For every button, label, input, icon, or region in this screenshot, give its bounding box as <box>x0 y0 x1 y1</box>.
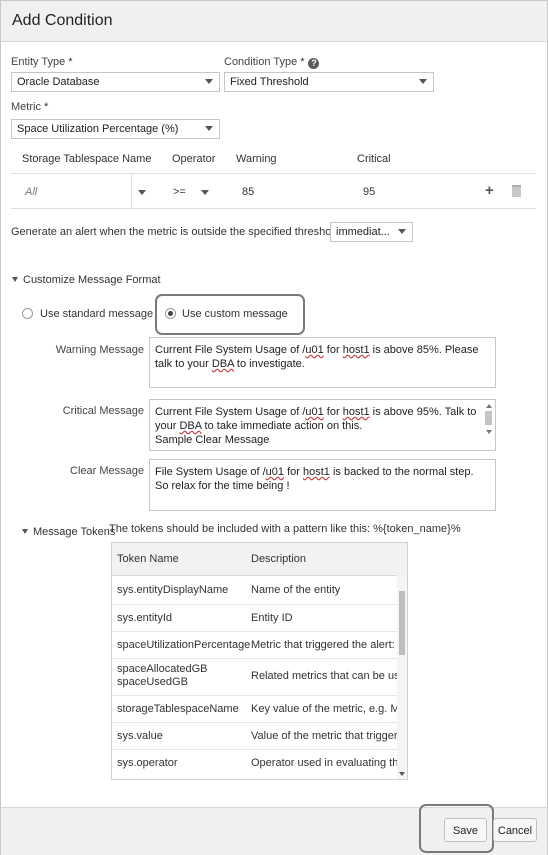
metric-label-text: Metric <box>11 101 41 113</box>
scroll-thumb[interactable] <box>485 411 492 425</box>
tokens-table-header: Token Name Description <box>112 543 407 576</box>
metric-value: Space Utilization Percentage (%) <box>17 123 179 135</box>
token-name: storageTablespaceName <box>117 703 239 715</box>
chevron-down-icon <box>205 126 213 131</box>
entity-type-select[interactable]: Oracle Database <box>11 72 220 92</box>
chevron-down-icon <box>419 79 427 84</box>
condition-type-label-text: Condition Type <box>224 56 298 68</box>
critical-value[interactable]: 95 <box>363 186 375 198</box>
add-condition-dialog: Add Condition Entity Type * Oracle Databa… <box>0 0 548 855</box>
required-mark: * <box>43 101 49 113</box>
warning-message-label: Warning Message <box>55 344 144 356</box>
token-name: spaceAllocatedGB spaceUsedGB <box>117 663 208 688</box>
standard-message-radio[interactable] <box>22 308 33 319</box>
collapse-icon <box>22 529 28 534</box>
message-tokens-hint: The tokens should be included with a pat… <box>109 523 461 535</box>
col-header-token-name: Token Name <box>117 553 179 565</box>
table-row[interactable]: sys.operator Operator used in evaluating… <box>112 750 397 779</box>
table-row[interactable]: spaceAllocatedGB spaceUsedGB Related met… <box>112 659 397 696</box>
clear-message-textarea[interactable]: File System Usage of /u01 for host1 is b… <box>149 459 496 511</box>
entity-type-value: Oracle Database <box>17 76 100 88</box>
tokens-table: Token Name Description sys.entityDisplay… <box>111 542 408 780</box>
condition-type-label: Condition Type *? <box>224 56 320 69</box>
col-header-warning: Warning <box>236 153 277 165</box>
col-header-tablespace: Storage Tablespace Name <box>22 153 152 165</box>
add-row-icon[interactable]: + <box>485 182 494 199</box>
token-description: Related metrics that can be use <box>251 670 397 682</box>
save-button[interactable]: Save <box>444 818 487 842</box>
warning-message-textarea[interactable]: Current File System Usage of /u01 for ho… <box>149 337 496 388</box>
critical-message-text: Current File System Usage of /u01 for ho… <box>155 406 477 446</box>
table-row[interactable]: spaceUtilizationPercentage Metric that t… <box>112 632 397 659</box>
customize-section-title: Customize Message Format <box>23 274 161 286</box>
cell-divider <box>131 174 132 208</box>
chevron-down-icon <box>205 79 213 84</box>
token-description: Metric that triggered the alert: S <box>251 639 397 651</box>
token-name: sys.entityDisplayName <box>117 584 229 596</box>
clear-message-label: Clear Message <box>70 465 144 477</box>
customize-section-header[interactable]: Customize Message Format <box>12 274 161 286</box>
scroll-up-icon[interactable] <box>486 404 492 408</box>
token-name: spaceUtilizationPercentage <box>117 639 251 651</box>
dialog-title: Add Condition <box>12 12 113 29</box>
scroll-down-icon[interactable] <box>399 772 405 776</box>
metric-select[interactable]: Space Utilization Percentage (%) <box>11 119 220 139</box>
token-description: Name of the entity <box>251 584 341 596</box>
token-name: sys.value <box>117 730 163 742</box>
custom-message-radio[interactable] <box>165 308 176 319</box>
condition-type-select[interactable]: Fixed Threshold <box>224 72 434 92</box>
table-row[interactable]: sys.entityId Entity ID <box>112 605 397 632</box>
table-row[interactable]: sys.entityDisplayName Name of the entity <box>112 576 397 605</box>
tablespace-name-value[interactable]: All <box>25 186 37 198</box>
token-description: Value of the metric that triggere <box>251 730 397 742</box>
dialog-titlebar: Add Condition <box>1 1 547 42</box>
critical-message-label: Critical Message <box>62 405 144 417</box>
col-header-description: Description <box>251 553 307 565</box>
table-row[interactable]: storageTablespaceName Key value of the m… <box>112 696 397 723</box>
tokens-scrollbar[interactable] <box>397 575 407 779</box>
alert-timing-select[interactable]: immediat... <box>330 222 413 242</box>
entity-type-label: Entity Type * <box>11 56 73 68</box>
cancel-button[interactable]: Cancel <box>493 818 537 842</box>
clear-message-text: File System Usage of /u01 for host1 is b… <box>155 466 474 492</box>
chevron-down-icon[interactable] <box>201 190 209 195</box>
token-name: sys.entityId <box>117 612 173 624</box>
token-description: Operator used in evaluating the <box>251 757 397 769</box>
warning-value[interactable]: 85 <box>242 186 254 198</box>
scroll-thumb[interactable] <box>399 591 405 655</box>
required-mark: * <box>300 56 305 68</box>
custom-message-label[interactable]: Use custom message <box>182 308 288 320</box>
scroll-down-icon[interactable] <box>486 430 492 434</box>
alert-timing-value: immediat... <box>336 226 390 238</box>
textarea-scrollbar[interactable] <box>484 402 493 450</box>
token-description: Entity ID <box>251 612 293 624</box>
entity-type-label-text: Entity Type <box>11 56 66 68</box>
chevron-down-icon[interactable] <box>138 190 146 195</box>
help-icon[interactable]: ? <box>308 58 320 69</box>
required-mark: * <box>68 56 73 68</box>
token-name: sys.operator <box>117 757 178 769</box>
token-description: Key value of the metric, e.g. Mc <box>251 703 397 715</box>
table-row[interactable]: sys.value Value of the metric that trigg… <box>112 723 397 750</box>
metric-label: Metric * <box>11 101 48 113</box>
delete-icon[interactable] <box>512 185 521 197</box>
table-divider <box>11 208 536 209</box>
chevron-down-icon <box>398 229 406 234</box>
dialog-footer: Save Cancel <box>1 804 547 855</box>
table-divider <box>11 173 536 174</box>
warning-message-text: Current File System Usage of /u01 for ho… <box>155 344 479 370</box>
message-tokens-title: Message Tokens <box>33 526 116 538</box>
collapse-icon <box>12 277 18 282</box>
standard-message-label[interactable]: Use standard message <box>40 308 153 320</box>
operator-value[interactable]: >= <box>173 186 186 198</box>
condition-type-value: Fixed Threshold <box>230 76 309 88</box>
col-header-critical: Critical <box>357 153 391 165</box>
critical-message-textarea[interactable]: Current File System Usage of /u01 for ho… <box>149 399 496 451</box>
col-header-operator: Operator <box>172 153 216 165</box>
message-tokens-header[interactable]: Message Tokens <box>22 526 115 538</box>
alert-label: Generate an alert when the metric is out… <box>11 226 340 238</box>
